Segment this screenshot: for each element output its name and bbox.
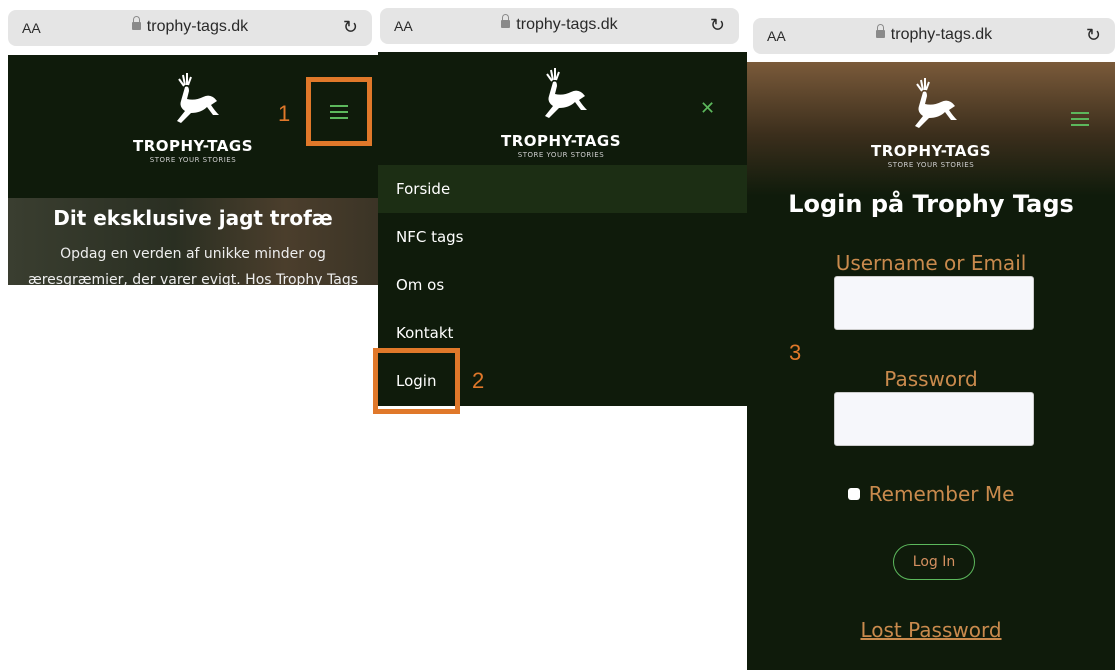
brand-tagline: STORE YOUR STORIES <box>149 156 237 164</box>
login-page: TROPHY-TAGS STORE YOUR STORIES Login på … <box>747 62 1115 670</box>
highlight-box-login <box>373 348 460 414</box>
password-input[interactable] <box>834 392 1034 446</box>
brand-tagline: STORE YOUR STORIES <box>887 161 975 169</box>
menu-item-forside[interactable]: Forside <box>378 165 747 213</box>
menu-item-nfc-tags[interactable]: NFC tags <box>378 213 747 261</box>
login-button[interactable]: Log In <box>893 544 975 580</box>
hero-title: Dit eksklusive jagt trofæ <box>53 206 333 230</box>
url-display[interactable]: trophy-tags.dk <box>8 16 372 36</box>
url-display[interactable]: trophy-tags.dk <box>380 14 739 34</box>
step-number-3: 3 <box>789 340 802 365</box>
panel-login-page: AA trophy-tags.dk ↻ TROPHY-TAGS STORE YO… <box>747 0 1115 670</box>
username-label: Username or Email <box>835 251 1027 275</box>
site-header: TROPHY-TAGS STORE YOUR STORIES 1 <box>8 55 378 198</box>
lock-icon <box>875 24 885 38</box>
lost-password-link[interactable]: Lost Password <box>747 618 1115 642</box>
brand-name: TROPHY-TAGS <box>870 142 992 160</box>
brand-name: TROPHY-TAGS <box>132 137 254 155</box>
deer-logo-icon <box>545 68 587 118</box>
site-logo[interactable]: TROPHY-TAGS STORE YOUR STORIES <box>861 76 1001 169</box>
browser-url-bar[interactable]: AA trophy-tags.dk ↻ <box>753 18 1115 54</box>
hamburger-menu-icon[interactable] <box>330 105 348 123</box>
remember-me-row: Remember Me <box>747 482 1115 506</box>
password-label: Password <box>884 367 978 391</box>
step-number-1: 1 <box>278 101 291 126</box>
brand-name: TROPHY-TAGS <box>500 132 622 150</box>
panel-open-menu: AA trophy-tags.dk ↻ TROPHY-TAGS STORE YO… <box>373 0 747 414</box>
site-logo[interactable]: TROPHY-TAGS STORE YOUR STORIES <box>491 66 631 159</box>
brand-tagline: STORE YOUR STORIES <box>517 151 605 159</box>
hero-line-1: Opdag en verden af unikke minder og <box>60 246 326 262</box>
lock-icon <box>501 14 511 28</box>
deer-logo-icon <box>177 73 219 123</box>
remember-me-label: Remember Me <box>868 482 1015 506</box>
browser-url-bar[interactable]: AA trophy-tags.dk ↻ <box>380 8 739 44</box>
reload-icon[interactable]: ↻ <box>343 17 358 38</box>
hamburger-menu-icon[interactable] <box>1071 112 1089 130</box>
username-input[interactable] <box>834 276 1034 330</box>
panel-homepage: AA trophy-tags.dk ↻ TROPHY-TAGS STORE YO… <box>0 0 378 285</box>
reload-icon[interactable]: ↻ <box>710 15 725 36</box>
login-title: Login på Trophy Tags <box>788 190 1074 218</box>
close-icon[interactable]: ✕ <box>700 98 715 119</box>
menu-item-om-os[interactable]: Om os <box>378 261 747 309</box>
remember-me-checkbox[interactable] <box>847 488 860 500</box>
deer-logo-icon <box>915 78 957 128</box>
hero-line-2: æresgræmier, der varer evigt. Hos Trophy… <box>27 272 359 285</box>
reload-icon[interactable]: ↻ <box>1086 25 1101 46</box>
hero-section: Dit eksklusive jagt trofæ Opdag en verde… <box>8 198 378 285</box>
step-number-2: 2 <box>472 368 485 393</box>
site-logo[interactable]: TROPHY-TAGS STORE YOUR STORIES <box>123 71 263 164</box>
browser-url-bar[interactable]: AA trophy-tags.dk ↻ <box>8 10 372 46</box>
lock-icon <box>131 16 141 30</box>
url-display[interactable]: trophy-tags.dk <box>753 24 1115 44</box>
